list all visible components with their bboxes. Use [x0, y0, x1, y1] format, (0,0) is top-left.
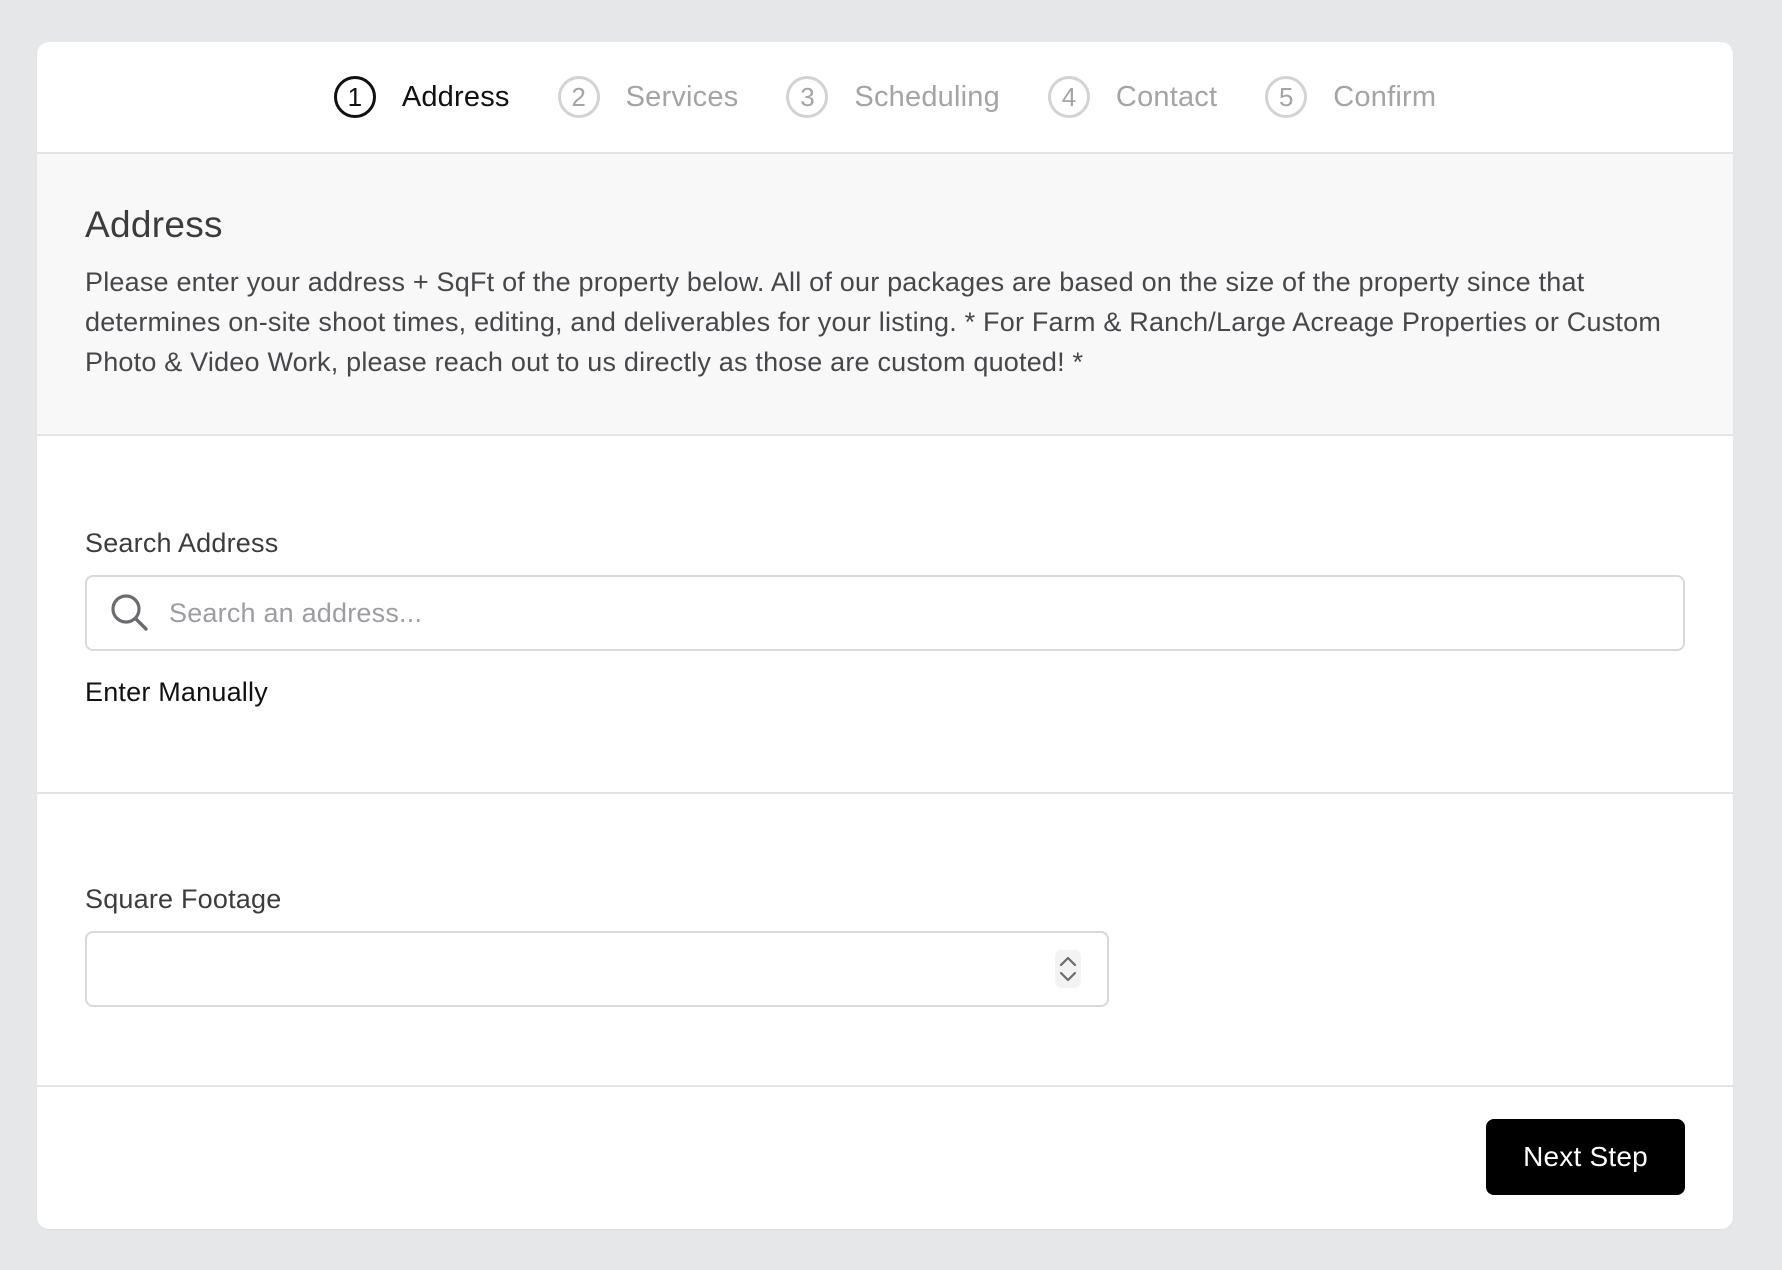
- step-label: Contact: [1115, 80, 1218, 113]
- step-services[interactable]: 2 Services: [557, 76, 739, 118]
- next-step-button[interactable]: Next Step: [1486, 1119, 1685, 1195]
- step-label: Confirm: [1333, 80, 1437, 113]
- square-footage-input[interactable]: [109, 952, 1055, 986]
- square-footage-label: Square Footage: [85, 884, 282, 914]
- intro-section: Address Please enter your address + SqFt…: [37, 154, 1733, 436]
- step-confirm[interactable]: 5 Confirm: [1265, 76, 1436, 118]
- step-number: 4: [1047, 76, 1090, 118]
- step-label: Scheduling: [854, 80, 1000, 113]
- search-address-input[interactable]: [167, 596, 1683, 630]
- search-icon: [111, 594, 148, 631]
- square-footage-field[interactable]: [85, 931, 1109, 1007]
- search-address-label: Search Address: [85, 528, 279, 558]
- step-label: Address: [401, 80, 510, 113]
- stepper-arrows-icon[interactable]: [1055, 950, 1081, 988]
- step-number: 5: [1265, 76, 1308, 118]
- step-address[interactable]: 1 Address: [333, 76, 510, 118]
- step-number: 2: [557, 76, 600, 118]
- section-title: Address: [85, 204, 223, 245]
- square-footage-section: Square Footage: [37, 794, 1733, 1087]
- step-number: 3: [786, 76, 829, 118]
- step-contact[interactable]: 4 Contact: [1047, 76, 1218, 118]
- step-number: 1: [333, 76, 376, 118]
- booking-form-card: 1 Address 2 Services 3 Scheduling 4 Cont…: [37, 42, 1733, 1229]
- enter-manually-link[interactable]: Enter Manually: [85, 677, 268, 708]
- form-footer: Next Step: [37, 1087, 1733, 1227]
- progress-stepper: 1 Address 2 Services 3 Scheduling 4 Cont…: [37, 42, 1733, 154]
- step-scheduling[interactable]: 3 Scheduling: [786, 76, 1000, 118]
- section-description: Please enter your address + SqFt of the …: [85, 267, 1662, 377]
- search-address-field[interactable]: [85, 575, 1685, 651]
- step-label: Services: [625, 80, 739, 113]
- address-section: Search Address Enter Manually: [37, 436, 1733, 794]
